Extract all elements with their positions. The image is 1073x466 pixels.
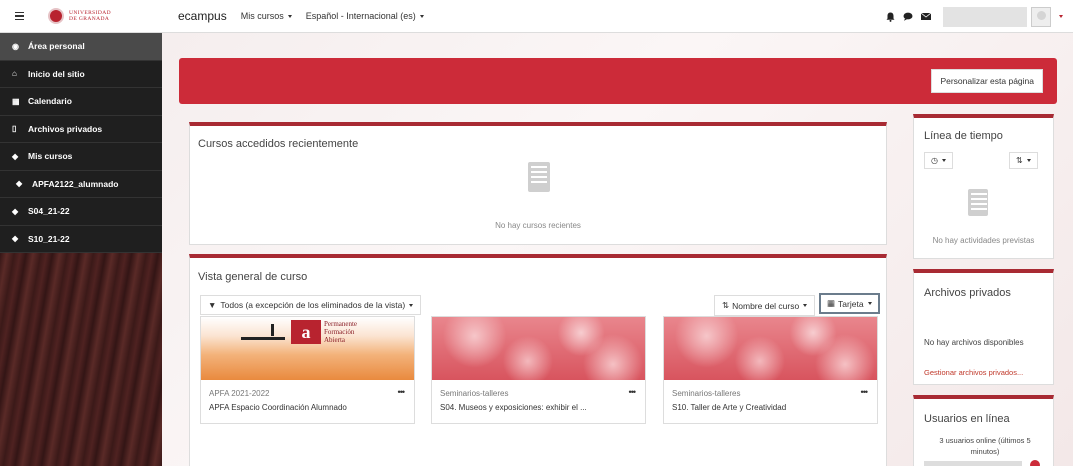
graduation-cap-icon: ◆: [12, 234, 19, 244]
course-filter-dropdown[interactable]: ▼ Todos (a excepción de los eliminados de…: [200, 295, 422, 315]
graduation-cap-icon: ◆: [16, 179, 23, 189]
course-name-link[interactable]: S04. Museos y exposiciones: exhibir el .…: [440, 403, 587, 412]
envelope-icon[interactable]: [919, 10, 933, 24]
block-title: Cursos accedidos recientemente: [198, 138, 359, 150]
logo-text-line2: DE GRANADA: [69, 16, 110, 22]
chevron-down-icon: [867, 302, 872, 305]
chevron-down-icon[interactable]: [1059, 15, 1063, 18]
empty-message: No hay cursos recientes: [495, 221, 581, 230]
filter-icon: ▼: [208, 300, 217, 310]
online-user-name[interactable]: [924, 461, 1022, 466]
course-image[interactable]: [432, 317, 645, 380]
top-navbar: UNIVERSIDAD DE GRANADA ecampus Mis curso…: [0, 0, 1073, 33]
timeline-filter-dropdown[interactable]: ◷: [924, 152, 953, 169]
avatar[interactable]: [1031, 6, 1051, 27]
course-name-link[interactable]: S10. Taller de Arte y Creatividad: [672, 403, 786, 412]
sidebar-item-archivos-privados[interactable]: ▯ Archivos privados: [0, 116, 162, 143]
language-menu[interactable]: Español - Internacional (es): [306, 11, 424, 21]
dashboard-icon: ◉: [12, 41, 19, 51]
chat-icon[interactable]: [901, 10, 915, 24]
course-sort-dropdown[interactable]: ⇅ Nombre del curso: [714, 295, 816, 316]
sidebar: ◉ Área personal ⌂ Inicio del sitio ▦ Calend…: [0, 33, 162, 466]
more-options-icon[interactable]: •••: [398, 387, 406, 397]
my-courses-menu[interactable]: Mis cursos: [241, 11, 292, 21]
online-count: 3 usuarios online (últimos 5 minutos): [939, 436, 1031, 456]
sort-icon: ⇅: [722, 300, 730, 310]
block-title: Usuarios en línea: [924, 413, 1010, 425]
graduation-cap-icon: ◆: [12, 206, 19, 216]
online-users-block: Usuarios en línea 3 usuarios online (últ…: [913, 395, 1054, 466]
course-overview-block: Vista general de curso ▼ Todos (a excepci…: [189, 254, 887, 466]
more-options-icon[interactable]: •••: [629, 387, 637, 397]
recent-courses-block: Cursos accedidos recientemente No hay cu…: [189, 122, 887, 245]
university-seal-icon: [48, 8, 64, 24]
sidebar-item-area-personal[interactable]: ◉ Área personal: [0, 33, 162, 61]
customize-page-button[interactable]: Personalizar esta página: [931, 69, 1043, 93]
sidebar-item-mis-cursos[interactable]: ◆ Mis cursos: [0, 143, 162, 171]
course-category: Seminarios-talleres: [672, 389, 741, 398]
apfa-logo: a Permanente Formación Abierta: [241, 320, 357, 344]
page-header-banner: Personalizar esta página: [179, 58, 1057, 104]
course-name-link[interactable]: APFA Espacio Coordinación Alumnado: [209, 403, 347, 412]
block-title: Vista general de curso: [198, 271, 308, 283]
private-files-block: Archivos privados No hay archivos dispon…: [913, 269, 1054, 385]
empty-courses-icon: [528, 162, 550, 192]
empty-message: No hay actividades previstas: [932, 236, 1035, 245]
bell-icon[interactable]: [883, 10, 897, 24]
course-image[interactable]: a Permanente Formación Abierta: [201, 317, 414, 380]
course-card-s04[interactable]: Seminarios-talleres S04. Museos y exposi…: [431, 316, 646, 424]
graduation-cap-icon: ◆: [12, 151, 19, 161]
course-image[interactable]: [664, 317, 877, 380]
menu-toggle-icon[interactable]: [6, 6, 32, 26]
message-user-icon[interactable]: [1030, 460, 1040, 466]
sidebar-item-inicio-del-sitio[interactable]: ⌂ Inicio del sitio: [0, 61, 162, 88]
chevron-down-icon: [287, 14, 292, 18]
sidebar-item-course-s04[interactable]: ◆ S04_21-22: [0, 198, 162, 226]
course-card-apfa[interactable]: a Permanente Formación Abierta APFA 2021…: [200, 316, 415, 424]
empty-message: No hay archivos disponibles: [924, 338, 1024, 347]
university-logo[interactable]: UNIVERSIDAD DE GRANADA: [48, 8, 148, 24]
grid-icon: ▦: [827, 298, 836, 308]
block-title: Archivos privados: [924, 287, 1011, 299]
course-view-dropdown[interactable]: ▦ Tarjeta: [819, 293, 880, 314]
course-card-s10[interactable]: Seminarios-talleres S10. Taller de Arte …: [663, 316, 878, 424]
chevron-down-icon: [1026, 159, 1031, 162]
chevron-down-icon: [941, 159, 946, 162]
course-category: Seminarios-talleres: [440, 389, 509, 398]
sidebar-item-course-s10[interactable]: ◆ S10_21-22: [0, 226, 162, 253]
home-icon: ⌂: [12, 69, 17, 79]
chevron-down-icon: [419, 14, 424, 18]
file-icon: ▯: [12, 124, 17, 134]
block-title: Línea de tiempo: [924, 130, 1003, 142]
more-options-icon[interactable]: •••: [861, 387, 869, 397]
clock-icon: ◷: [931, 156, 938, 165]
site-brand[interactable]: ecampus: [178, 9, 227, 23]
chevron-down-icon: [409, 303, 414, 307]
sidebar-item-calendario[interactable]: ▦ Calendario: [0, 88, 162, 116]
manage-private-files-link[interactable]: Gestionar archivos privados...: [924, 368, 1023, 377]
user-name-box[interactable]: [943, 6, 1027, 27]
timeline-sort-dropdown[interactable]: ⇅: [1009, 152, 1038, 169]
sort-icon: ⇅: [1016, 156, 1023, 165]
empty-activities-icon: [968, 189, 988, 216]
calendar-icon: ▦: [12, 96, 20, 106]
sidebar-item-course-apfa[interactable]: ◆ APFA2122_alumnado: [0, 171, 162, 198]
course-category: APFA 2021-2022: [209, 389, 270, 398]
chevron-down-icon: [803, 304, 808, 307]
timeline-block: Línea de tiempo ◷ ⇅ No hay actividades p…: [913, 114, 1054, 259]
